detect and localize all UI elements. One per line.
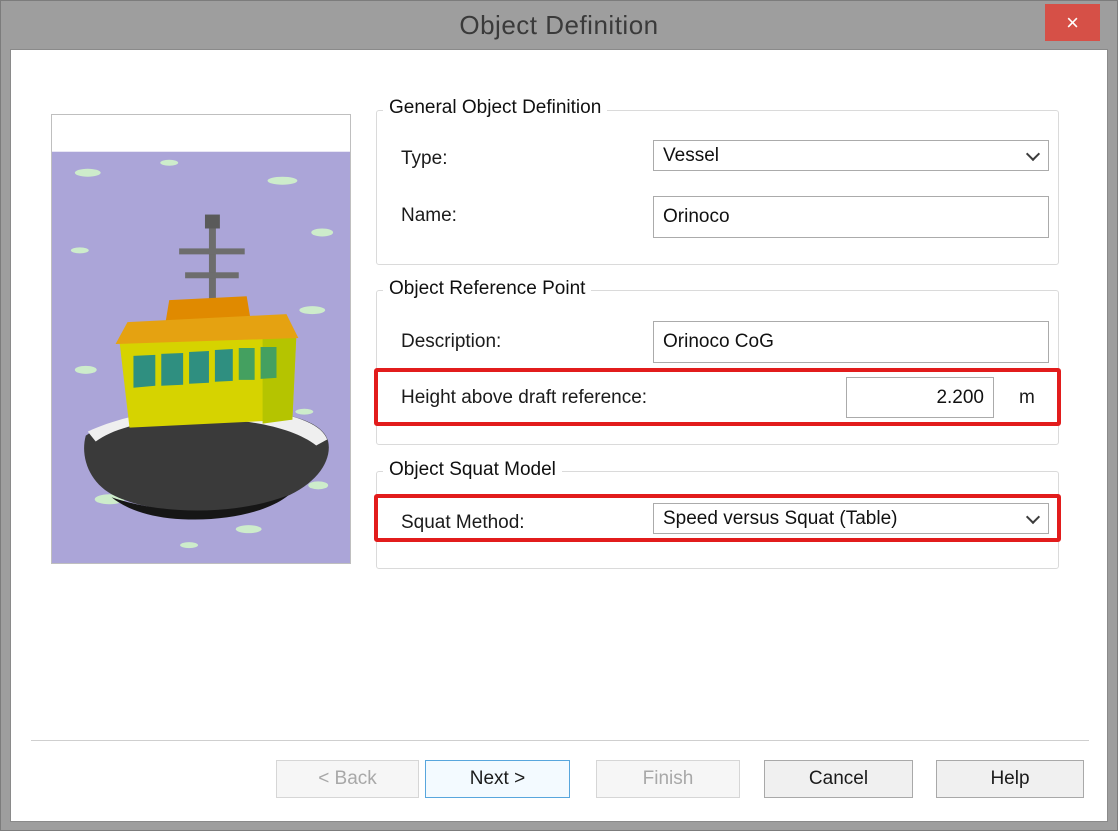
squat-method-select-value: Speed versus Squat (Table) — [663, 508, 897, 530]
help-button[interactable]: Help — [936, 760, 1084, 798]
dialog-title: Object Definition — [459, 10, 658, 41]
description-label: Description: — [401, 331, 501, 353]
vessel-3d-render — [52, 115, 350, 563]
type-label: Type: — [401, 148, 447, 170]
group-caption-reference: Object Reference Point — [383, 278, 591, 300]
height-above-draft-label: Height above draft reference: — [401, 387, 647, 409]
group-caption-squat: Object Squat Model — [383, 459, 562, 481]
cancel-button[interactable]: Cancel — [764, 760, 913, 798]
name-input[interactable] — [653, 196, 1049, 238]
chevron-down-icon — [1026, 146, 1040, 160]
description-input[interactable] — [653, 321, 1049, 363]
squat-method-label: Squat Method: — [401, 512, 525, 534]
type-select[interactable]: Vessel — [653, 140, 1049, 171]
height-unit-label: m — [1019, 387, 1035, 409]
group-caption-general: General Object Definition — [383, 97, 607, 119]
object-definition-dialog: Object Definition × — [0, 0, 1118, 831]
group-object-reference-point — [376, 290, 1059, 445]
back-button[interactable]: < Back — [276, 760, 419, 798]
dialog-content: General Object Definition Type: Vessel N… — [10, 49, 1108, 822]
titlebar: Object Definition — [1, 1, 1117, 49]
next-button[interactable]: Next > — [425, 760, 570, 798]
squat-method-select[interactable]: Speed versus Squat (Table) — [653, 503, 1049, 534]
group-general-object-definition — [376, 110, 1059, 265]
finish-button[interactable]: Finish — [596, 760, 740, 798]
footer-divider — [31, 740, 1089, 741]
name-label: Name: — [401, 205, 457, 227]
chevron-down-icon — [1026, 509, 1040, 523]
type-select-value: Vessel — [663, 145, 719, 167]
vessel-preview-image — [51, 114, 351, 564]
close-icon[interactable]: × — [1045, 4, 1100, 41]
height-above-draft-input[interactable] — [846, 377, 994, 418]
